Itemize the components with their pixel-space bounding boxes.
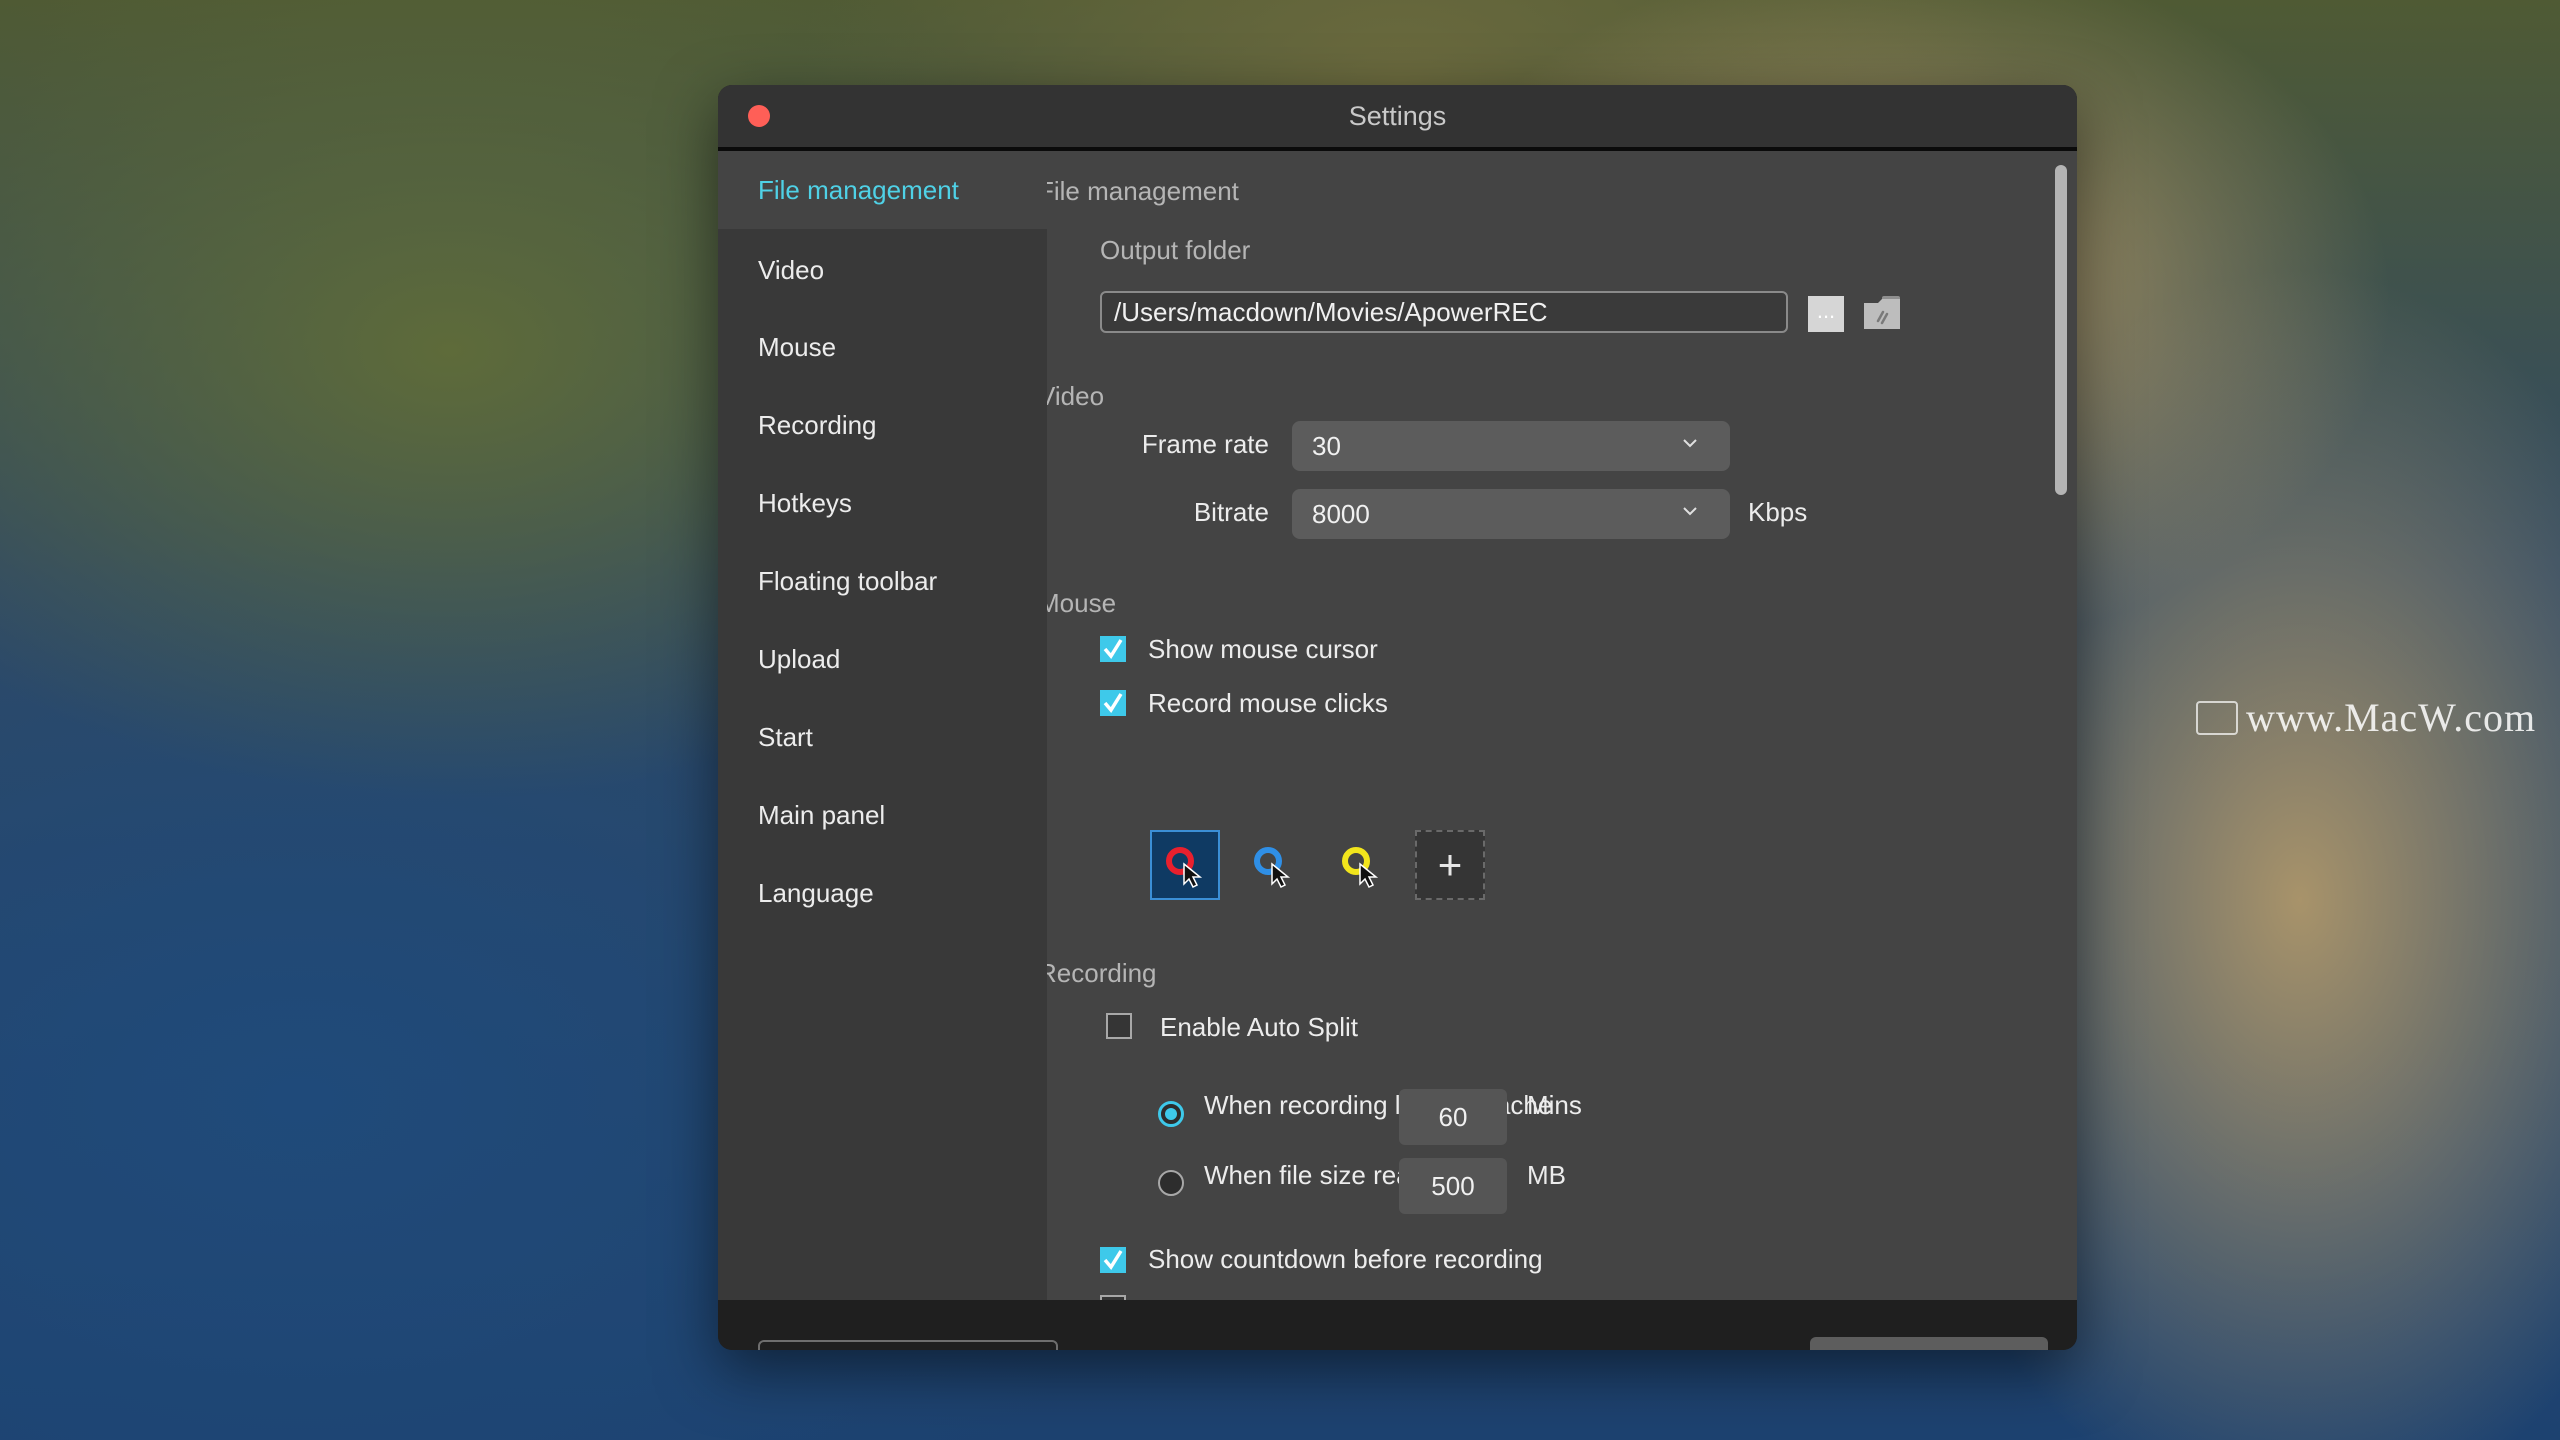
section-title-recording: Recording xyxy=(1047,958,1157,988)
split-by-length-radio[interactable] xyxy=(1158,1101,1184,1127)
sidebar-item-label: Start xyxy=(758,721,813,752)
enable-auto-split-label: Enable Auto Split xyxy=(1160,1012,1359,1042)
chevron-down-icon xyxy=(1683,507,1697,516)
bitrate-value: 8000 xyxy=(1312,498,1370,529)
sidebar-item-mouse[interactable]: Mouse xyxy=(718,308,1047,386)
folder-open-icon xyxy=(1864,296,1900,329)
split-size-input[interactable]: 500 xyxy=(1399,1158,1507,1214)
sidebar-item-label: Video xyxy=(758,254,825,285)
click-effect-yellow[interactable] xyxy=(1326,830,1396,900)
frame-rate-select[interactable]: 30 xyxy=(1292,421,1730,471)
output-folder-value: /Users/macdown/Movies/ApowerREC xyxy=(1114,296,1548,327)
sidebar-item-label: Language xyxy=(758,877,874,908)
blue-click-ring-icon xyxy=(1254,847,1291,889)
show-countdown-label: Show countdown before recording xyxy=(1148,1244,1543,1274)
record-mouse-clicks-checkbox[interactable] xyxy=(1100,690,1126,716)
split-length-value: 60 xyxy=(1438,1101,1468,1132)
show-mouse-cursor-label: Show mouse cursor xyxy=(1148,634,1378,664)
sidebar-item-hotkeys[interactable]: Hotkeys xyxy=(718,464,1047,542)
bitrate-unit: Kbps xyxy=(1748,497,1808,527)
sidebar-item-label: Hotkeys xyxy=(758,487,852,518)
sidebar-item-label: Main panel xyxy=(758,799,886,830)
checkmark-icon xyxy=(1103,693,1123,713)
section-title-mouse: Mouse xyxy=(1047,588,1117,618)
output-folder-label: Output folder xyxy=(1100,235,1251,265)
split-length-unit: Mins xyxy=(1527,1090,1582,1120)
bitrate-label: Bitrate xyxy=(1193,497,1269,527)
ok-button[interactable]: OK xyxy=(1810,1337,2048,1350)
dialog-body: File management Video Mouse Recording Ho… xyxy=(718,151,2077,1300)
click-effect-red[interactable] xyxy=(1150,830,1220,900)
checkmark-icon xyxy=(1103,1250,1123,1270)
scrollbar-thumb[interactable] xyxy=(2055,165,2067,495)
title-bar: Settings xyxy=(718,85,2077,151)
checkmark-icon xyxy=(1103,639,1123,659)
sidebar: File management Video Mouse Recording Ho… xyxy=(718,151,1047,1300)
open-folder-button[interactable] xyxy=(1862,295,1902,331)
sidebar-item-file-management[interactable]: File management xyxy=(718,151,1047,229)
output-folder-input[interactable]: /Users/macdown/Movies/ApowerREC xyxy=(1100,291,1788,333)
split-by-size-radio[interactable] xyxy=(1158,1170,1184,1196)
split-size-value: 500 xyxy=(1431,1170,1475,1201)
watermark: www.MacW.com xyxy=(2196,694,2536,741)
sidebar-item-label: Mouse xyxy=(758,331,837,362)
sidebar-item-video[interactable]: Video xyxy=(718,231,1047,309)
sidebar-item-label: File management xyxy=(758,174,959,205)
settings-content: File management Output folder /Users/mac… xyxy=(1047,151,2077,1300)
sidebar-item-label: Floating toolbar xyxy=(758,565,938,596)
red-click-ring-icon xyxy=(1166,847,1203,889)
reset-default-settings-button[interactable]: Reset default settings xyxy=(758,1340,1058,1350)
split-size-unit: MB xyxy=(1527,1160,1566,1190)
sidebar-item-recording[interactable]: Recording xyxy=(718,386,1047,464)
sidebar-item-language[interactable]: Language xyxy=(718,854,1047,932)
watermark-text: www.MacW.com xyxy=(2246,695,2537,740)
plus-icon: + xyxy=(1437,841,1463,888)
split-length-input[interactable]: 60 xyxy=(1399,1089,1507,1145)
section-title-file-management: File management xyxy=(1047,176,1239,206)
enable-auto-split-checkbox[interactable] xyxy=(1106,1013,1132,1039)
sidebar-item-start[interactable]: Start xyxy=(718,698,1047,776)
sidebar-item-floating-toolbar[interactable]: Floating toolbar xyxy=(718,542,1047,620)
sidebar-item-main-panel[interactable]: Main panel xyxy=(718,776,1047,854)
sidebar-item-label: Upload xyxy=(758,643,841,674)
sidebar-item-upload[interactable]: Upload xyxy=(718,620,1047,698)
watermark-logo-icon xyxy=(2196,700,2238,735)
sidebar-item-label: Recording xyxy=(758,409,877,440)
show-countdown-checkbox[interactable] xyxy=(1100,1247,1126,1273)
frame-rate-label: Frame rate xyxy=(1141,429,1269,459)
section-title-video: Video xyxy=(1047,381,1105,411)
dialog-footer: Reset default settings OK xyxy=(718,1300,2077,1350)
show-mouse-cursor-checkbox[interactable] xyxy=(1100,636,1126,662)
browse-folder-button[interactable]: ... xyxy=(1808,296,1844,332)
yellow-click-ring-icon xyxy=(1342,847,1379,889)
chevron-down-icon xyxy=(1683,439,1697,448)
add-click-effect-button[interactable]: + xyxy=(1415,830,1485,900)
click-effect-blue[interactable] xyxy=(1238,830,1308,900)
frame-rate-value: 30 xyxy=(1312,430,1341,461)
record-mouse-clicks-label: Record mouse clicks xyxy=(1148,688,1388,718)
settings-dialog: Settings File management Video Mouse Rec… xyxy=(718,85,2077,1350)
window-title: Settings xyxy=(1348,101,1447,131)
bitrate-select[interactable]: 8000 xyxy=(1292,489,1730,539)
